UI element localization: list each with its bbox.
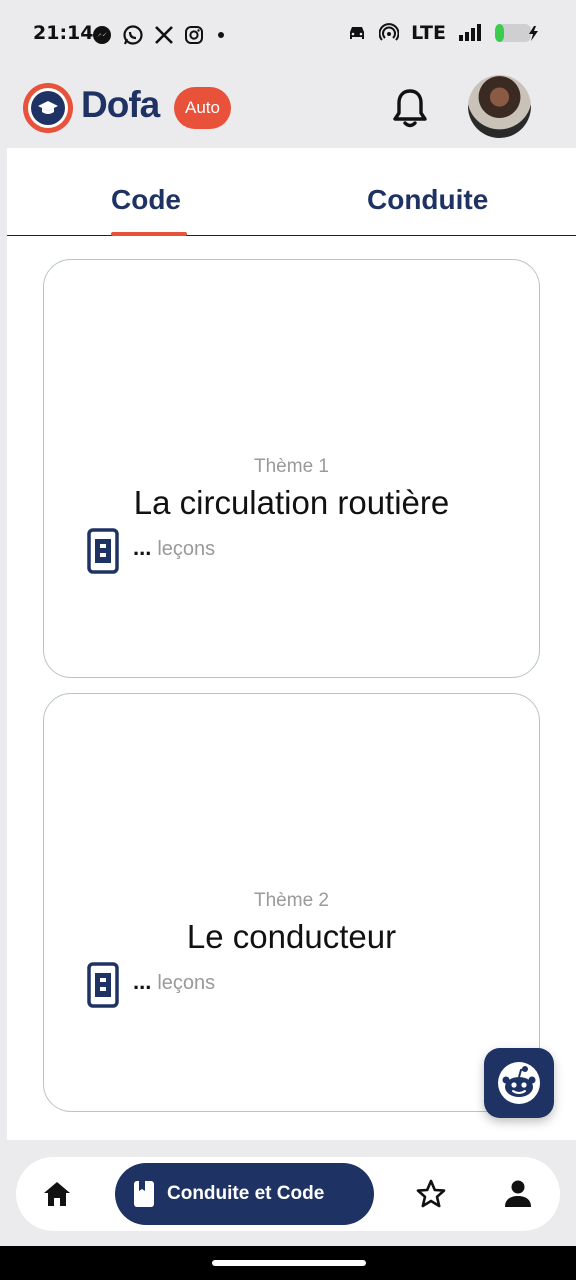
dot-icon [218,32,224,38]
home-icon[interactable] [42,1180,72,1208]
active-tab-indicator [111,232,187,236]
bottom-navigation: Conduite et Code [16,1157,560,1231]
book-icon [134,1181,154,1207]
system-icons: LTE [347,22,540,44]
chatbot-button[interactable] [484,1048,554,1118]
messenger-icon [93,26,111,44]
instagram-icon [185,26,203,44]
lessons-label: leçons [157,537,216,560]
theme-title: Le conducteur [186,918,397,955]
star-icon[interactable] [416,1179,446,1209]
tab-code[interactable]: Code [111,184,181,216]
bell-icon[interactable] [391,87,429,129]
theme-label: Thème 2 [254,890,329,911]
brand-name: Dofa [81,84,160,125]
tab-bar: Code Conduite [7,148,576,236]
theme-card[interactable]: Thème 1 La circulation routière ... leço… [43,259,540,678]
car-icon [350,27,365,39]
graduation-cap-icon [38,101,58,114]
book-icon [87,528,119,574]
status-time: 21:14 [33,22,94,44]
network-type: LTE [411,22,446,44]
nav-item-conduite-et-code[interactable]: Conduite et Code [115,1163,374,1225]
lessons-count: ... [133,969,152,994]
theme-label: Thème 1 [254,456,329,477]
signal-icon [459,24,481,41]
lessons-count: ... [133,535,152,560]
hotspot-icon [379,23,400,41]
book-icon [87,962,119,1008]
person-icon[interactable] [504,1179,532,1209]
brand-badge: Auto [174,87,231,129]
whatsapp-icon [123,25,143,45]
avatar[interactable] [468,75,531,138]
lessons-info: ... leçons [87,962,215,1008]
notification-icons [92,24,228,46]
battery-charging-icon [495,24,538,42]
home-gesture-handle[interactable] [212,1260,366,1266]
lessons-label: leçons [157,971,216,994]
lessons-info: ... leçons [87,528,215,574]
theme-card[interactable]: Thème 2 Le conducteur ... leçons [43,693,540,1112]
tab-conduite[interactable]: Conduite [367,184,488,216]
theme-title: La circulation routière [133,484,450,521]
nav-item-label: Conduite et Code [167,1183,325,1204]
robot-icon [498,1062,540,1104]
status-bar: 21:14 LTE [0,0,576,68]
logo [23,83,73,133]
x-icon [155,26,173,44]
app-header: Dofa Auto [0,68,576,148]
main-content: Code Conduite Thème 1 La circulation rou… [7,148,576,1140]
system-gesture-bar [0,1246,576,1280]
